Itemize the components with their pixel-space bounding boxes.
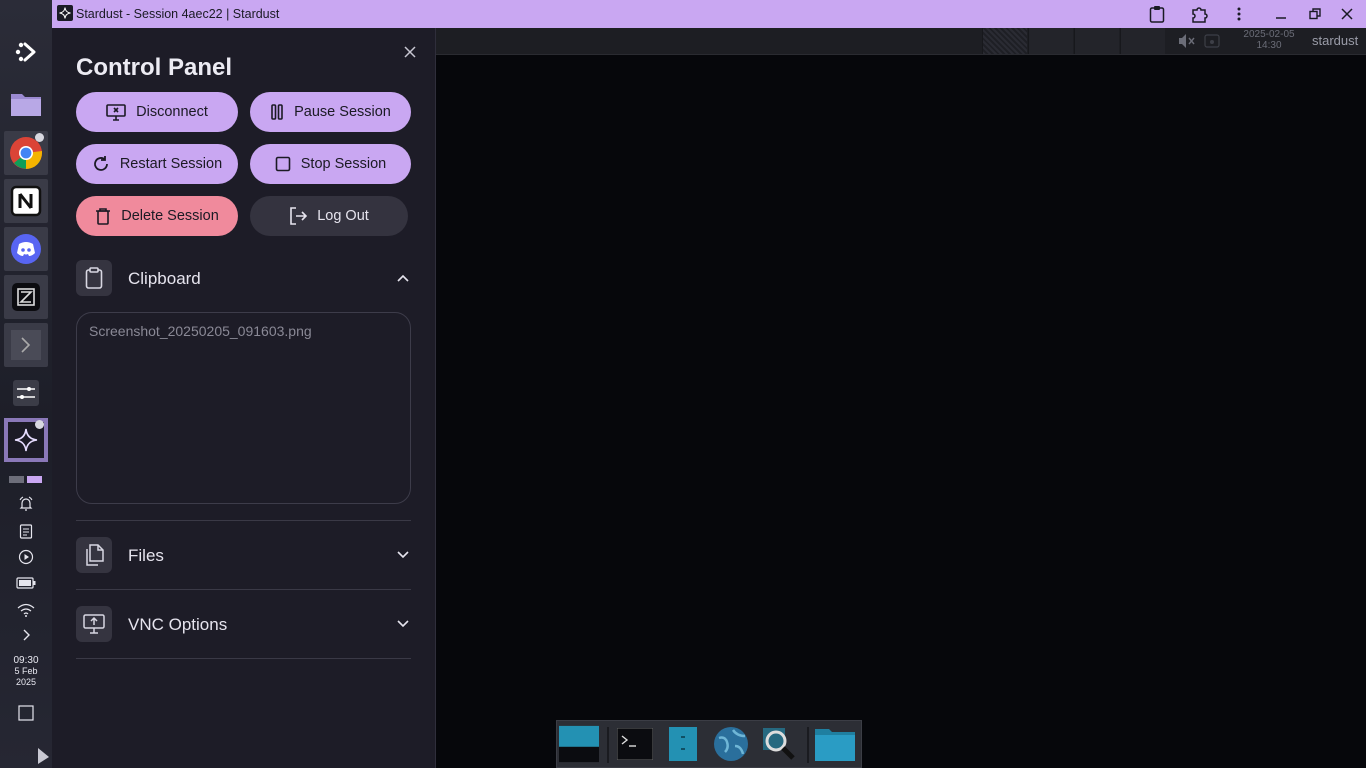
- folder-icon[interactable]: [4, 82, 48, 126]
- battery-icon[interactable]: [14, 573, 38, 593]
- remote-folder-icon[interactable]: [815, 725, 855, 763]
- close-window-icon[interactable]: [1336, 4, 1358, 24]
- dock-clock-year: 2025: [15, 677, 37, 687]
- more-options-icon[interactable]: [1228, 4, 1250, 24]
- stop-session-label: Stop Session: [300, 156, 387, 172]
- clipboard-button-icon[interactable]: [1146, 4, 1168, 24]
- log-out-label: Log Out: [317, 208, 369, 224]
- remote-top-bar: 2025-02-05 14:30 stardust: [436, 28, 1366, 55]
- remote-lock-icon[interactable]: [1204, 34, 1220, 53]
- remote-terminal-icon[interactable]: [615, 725, 655, 763]
- remote-files-icon[interactable]: [663, 725, 703, 763]
- control-panel: Control Panel Disconnect Pause Session R…: [52, 28, 436, 768]
- files-section-header[interactable]: Files: [76, 537, 411, 573]
- remote-desktop-view[interactable]: 2025-02-05 14:30 stardust: [436, 28, 1366, 768]
- chevron-down-icon[interactable]: [395, 547, 411, 563]
- chrome-badge-icon: [35, 133, 44, 142]
- disconnect-label: Disconnect: [136, 104, 208, 120]
- restore-icon[interactable]: [1304, 4, 1326, 24]
- discord-icon[interactable]: [4, 227, 48, 271]
- chrome-icon[interactable]: [4, 131, 48, 175]
- clipboard-textarea[interactable]: [76, 312, 411, 504]
- terminal-icon[interactable]: [4, 323, 48, 367]
- files-icon: [76, 537, 112, 573]
- vnc-monitor-icon: [76, 606, 112, 642]
- files-section-label: Files: [128, 546, 164, 565]
- disconnect-monitor-icon: [106, 104, 126, 121]
- stardust-logo-icon[interactable]: [4, 30, 48, 74]
- pause-icon: [271, 104, 283, 120]
- zed-editor-icon[interactable]: [4, 275, 48, 319]
- pause-session-button[interactable]: Pause Session: [250, 92, 411, 132]
- remote-taskbar-tile[interactable]: [1120, 28, 1165, 54]
- remote-clock[interactable]: 2025-02-05 14:30: [1236, 29, 1302, 51]
- workspace-2[interactable]: [27, 476, 42, 483]
- close-panel-icon[interactable]: [402, 44, 418, 60]
- section-divider: [76, 658, 411, 659]
- remote-username[interactable]: stardust: [1312, 33, 1358, 48]
- workspace-switcher[interactable]: [9, 476, 43, 484]
- notifications-bell-icon[interactable]: [14, 494, 38, 514]
- section-divider: [76, 520, 411, 521]
- dock-clock-date: 5 Feb: [14, 666, 38, 676]
- delete-session-label: Delete Session: [121, 208, 219, 224]
- chevron-down-icon[interactable]: [395, 616, 411, 632]
- extensions-puzzle-icon[interactable]: [1188, 4, 1210, 24]
- restart-session-button[interactable]: Restart Session: [76, 144, 238, 184]
- show-desktop-icon[interactable]: [14, 703, 38, 723]
- remote-taskbar-tile[interactable]: [1074, 28, 1119, 54]
- stardust-app-icon[interactable]: [4, 418, 48, 462]
- stop-square-icon: [275, 156, 291, 172]
- cursor-arrow-icon: [30, 746, 54, 766]
- window-title: Stardust - Session 4aec22 | Stardust: [76, 7, 280, 21]
- log-out-icon: [290, 207, 308, 225]
- remote-browser-globe-icon[interactable]: [711, 725, 751, 763]
- chevron-up-icon[interactable]: [395, 270, 411, 286]
- log-out-button[interactable]: Log Out: [250, 196, 408, 236]
- settings-sliders-icon[interactable]: [4, 371, 48, 415]
- vnc-options-section-label: VNC Options: [128, 615, 228, 634]
- remote-taskbar-tile[interactable]: [982, 28, 1027, 54]
- stardust-badge-icon: [35, 420, 44, 429]
- dock-clock-time: 09:30: [13, 655, 39, 666]
- remote-screen-icon[interactable]: [559, 725, 599, 763]
- delete-session-button[interactable]: Delete Session: [76, 196, 238, 236]
- window-titlebar: Stardust - Session 4aec22 | Stardust: [52, 0, 1366, 28]
- clipboard-section-header[interactable]: Clipboard: [76, 260, 411, 296]
- remote-clock-date: 2025-02-05: [1243, 29, 1295, 40]
- remote-mute-icon[interactable]: [1178, 33, 1196, 54]
- section-divider: [76, 589, 411, 590]
- restart-session-label: Restart Session: [119, 156, 223, 172]
- wifi-icon[interactable]: [14, 600, 38, 620]
- remote-taskbar-tile[interactable]: [1028, 28, 1073, 54]
- remote-dock: [556, 720, 862, 768]
- restart-icon: [93, 156, 108, 171]
- media-play-icon[interactable]: [14, 547, 38, 567]
- dock-clock[interactable]: 09:30 5 Feb 2025: [0, 655, 52, 688]
- remote-search-icon[interactable]: [759, 725, 799, 763]
- vnc-options-section-header[interactable]: VNC Options: [76, 606, 411, 642]
- remote-clock-time: 14:30: [1256, 40, 1282, 51]
- launcher-dock: 09:30 5 Feb 2025: [0, 0, 52, 768]
- clipboard-tray-icon[interactable]: [14, 521, 38, 541]
- workspace-1[interactable]: [9, 476, 24, 483]
- trash-icon: [96, 208, 111, 225]
- clipboard-section-label: Clipboard: [128, 269, 201, 288]
- pause-session-label: Pause Session: [294, 104, 391, 120]
- clipboard-icon: [76, 260, 112, 296]
- notion-icon[interactable]: [4, 179, 48, 223]
- stop-session-button[interactable]: Stop Session: [250, 144, 411, 184]
- panel-title: Control Panel: [76, 54, 233, 81]
- disconnect-button[interactable]: Disconnect: [76, 92, 238, 132]
- minimize-icon[interactable]: [1270, 4, 1292, 24]
- chevron-right-icon[interactable]: [14, 625, 38, 645]
- stardust-window-icon: [57, 5, 73, 21]
